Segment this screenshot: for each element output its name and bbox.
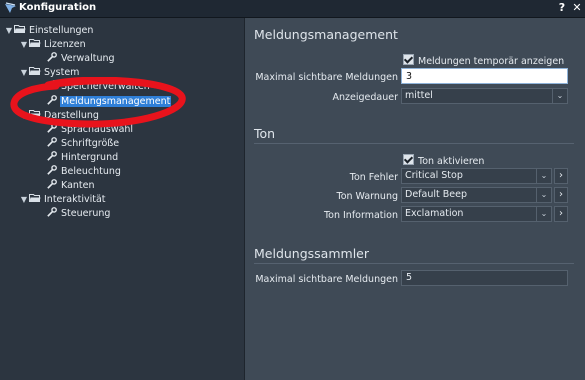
ton-fehler-select[interactable]: Critical Stop ⌄ [401,168,552,184]
tree-node-einstellungen[interactable]: ▼ Einstellungen [4,24,94,38]
tree-node-schriftgroesse[interactable]: Schriftgröße [46,137,120,151]
tree-label: Hintergrund [61,152,119,163]
section-title-ton: Ton [254,126,276,141]
folder-open-icon [29,67,41,75]
tree-node-darstellung[interactable]: ▼ Darstellung [19,109,100,123]
tree-label: Lizenzen [44,39,86,50]
expand-arrow-icon[interactable]: ▼ [19,38,29,52]
ton-warnung-select[interactable]: Default Beep ⌄ [401,187,552,203]
wrench-icon [47,123,57,133]
wrench-icon [47,137,57,147]
tree-node-lizenzen[interactable]: ▼ Lizenzen [19,38,87,52]
wrench-icon [47,179,57,189]
close-button[interactable]: ✕ [570,1,584,15]
checkbox-checked-icon[interactable] [403,54,414,65]
section-title-meldungsmanagement: Meldungsmanagement [254,27,398,42]
tree-node-beleuchtung[interactable]: Beleuchtung [46,165,122,179]
help-button[interactable]: ? [555,1,569,15]
expand-arrow-icon[interactable]: ▼ [19,193,29,207]
section-divider [254,263,574,264]
tree-node-sprachauswahl[interactable]: Sprachauswahl [46,123,134,137]
tree-label: Verwaltung [61,53,115,64]
tree-label: Schriftgröße [61,138,120,149]
tree-node-interaktivitaet[interactable]: ▼ Interaktivität [19,193,107,207]
chevron-down-icon[interactable]: ⌄ [536,188,551,202]
settings-content: Meldungsmanagement Meldungen temporär an… [245,18,585,380]
expand-arrow-icon[interactable]: ▼ [19,109,29,123]
tree-node-meldungsmanagement[interactable]: Meldungsmanagement [46,95,172,109]
checkbox-meldungen-temporaer[interactable]: Meldungen temporär anzeigen [403,54,564,67]
checkbox-label: Meldungen temporär anzeigen [418,56,565,67]
label-sammler-max-sichtbare: Maximal sichtbare Meldungen [255,274,398,285]
tree-label: Interaktivität [44,194,106,205]
wrench-icon [47,80,57,90]
title-bar: Konfiguration ? ✕ [0,0,585,18]
play-sound-button[interactable]: › [554,168,568,184]
section-title-meldungssammler: Meldungssammler [254,246,370,261]
checkbox-label: Ton aktivieren [418,156,485,167]
wrench-icon [47,95,57,105]
chevron-down-icon[interactable]: ⌄ [536,169,551,183]
section-divider [254,143,574,144]
tree-label: Steuerung [61,208,111,219]
ton-information-select[interactable]: Exclamation ⌄ [401,206,552,222]
tree-node-verwaltung[interactable]: Verwaltung [46,52,116,66]
wrench-icon [47,207,57,217]
play-sound-button[interactable]: › [554,187,568,203]
tree-label: Meldungsmanagement [60,96,172,107]
checkbox-checked-icon[interactable] [403,154,414,165]
duration-value: mittel [405,90,433,101]
label-max-sichtbare-meldungen: Maximal sichtbare Meldungen [255,72,398,83]
checkbox-ton-aktivieren[interactable]: Ton aktivieren [403,154,484,167]
folder-open-icon [29,110,41,118]
tree-label: Speicherverwalten [61,81,150,92]
wrench-icon [47,151,57,161]
sammler-max-visible-input[interactable]: 5 [401,270,568,286]
label-ton-warnung: Ton Warnung [336,191,398,202]
chevron-down-icon[interactable]: ⌄ [552,89,567,103]
chevron-down-icon[interactable]: ⌄ [536,207,551,221]
max-visible-input[interactable]: 3 [401,68,568,84]
tree-node-hintergrund[interactable]: Hintergrund [46,151,119,165]
label-ton-information: Ton Information [323,210,398,221]
folder-open-icon [29,39,41,47]
tree-label: Kanten [61,180,95,191]
play-sound-button[interactable]: › [554,206,568,222]
settings-tree: ▼ Einstellungen ▼ Lizenzen Verwaltung ▼ Sys… [0,18,245,380]
app-icon [5,2,16,13]
tree-node-kanten[interactable]: Kanten [46,179,96,193]
window-title: Konfiguration [19,2,97,13]
tree-node-speicherverwalten[interactable]: Speicherverwalten [46,80,151,94]
tree-label: Einstellungen [29,25,94,36]
wrench-icon [47,165,57,175]
duration-select[interactable]: mittel ⌄ [401,88,568,104]
folder-open-icon [14,25,26,33]
expand-arrow-icon[interactable]: ▼ [4,24,14,38]
ton-fehler-value: Critical Stop [405,170,463,181]
label-anzeigedauer: Anzeigedauer [332,92,399,103]
tree-label: System [44,67,80,78]
wrench-icon [47,52,57,62]
tree-node-steuerung[interactable]: Steuerung [46,207,111,221]
folder-open-icon [29,194,41,202]
tree-label: Darstellung [44,110,99,121]
tree-node-system[interactable]: ▼ System [19,66,80,80]
ton-warnung-value: Default Beep [405,189,467,200]
tree-label: Sprachauswahl [61,124,134,135]
tree-label: Beleuchtung [61,166,121,177]
expand-arrow-icon[interactable]: ▼ [19,66,29,80]
ton-information-value: Exclamation [405,208,464,219]
label-ton-fehler: Ton Fehler [349,172,398,183]
